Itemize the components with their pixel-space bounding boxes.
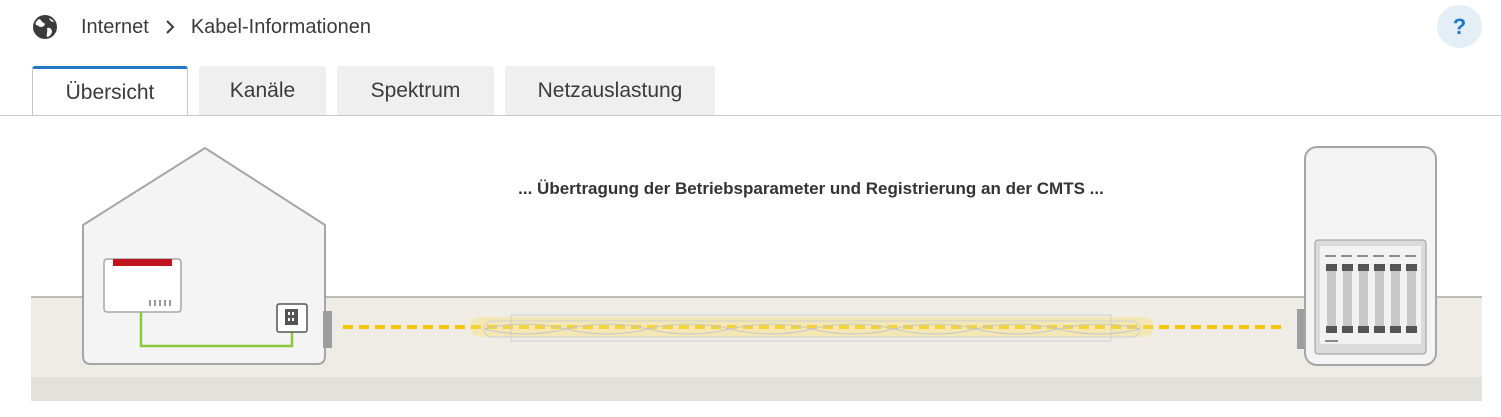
tab-spektrum[interactable]: Spektrum <box>337 66 494 115</box>
breadcrumb: Internet Kabel-Informationen <box>31 12 371 42</box>
chevron-right-icon <box>165 20 177 34</box>
help-button[interactable]: ? <box>1437 5 1482 48</box>
status-message: ... Übertragung der Betriebsparameter un… <box>518 179 1104 198</box>
breadcrumb-item-current: Kabel-Informationen <box>190 15 371 38</box>
connection-diagram: ... Übertragung der Betriebsparameter un… <box>0 116 1501 417</box>
router-icon <box>103 258 182 313</box>
tab-netzauslastung[interactable]: Netzauslastung <box>505 66 715 115</box>
wall-connector <box>323 311 332 348</box>
tab-bar: Übersicht Kanäle Spektrum Netzauslastung <box>0 66 1501 116</box>
globe-icon <box>31 13 59 41</box>
tab-kanaele[interactable]: Kanäle <box>199 66 326 115</box>
wall-socket-icon <box>276 303 308 333</box>
breadcrumb-item-internet[interactable]: Internet <box>81 16 149 39</box>
tab-uebersicht[interactable]: Übersicht <box>32 66 188 116</box>
